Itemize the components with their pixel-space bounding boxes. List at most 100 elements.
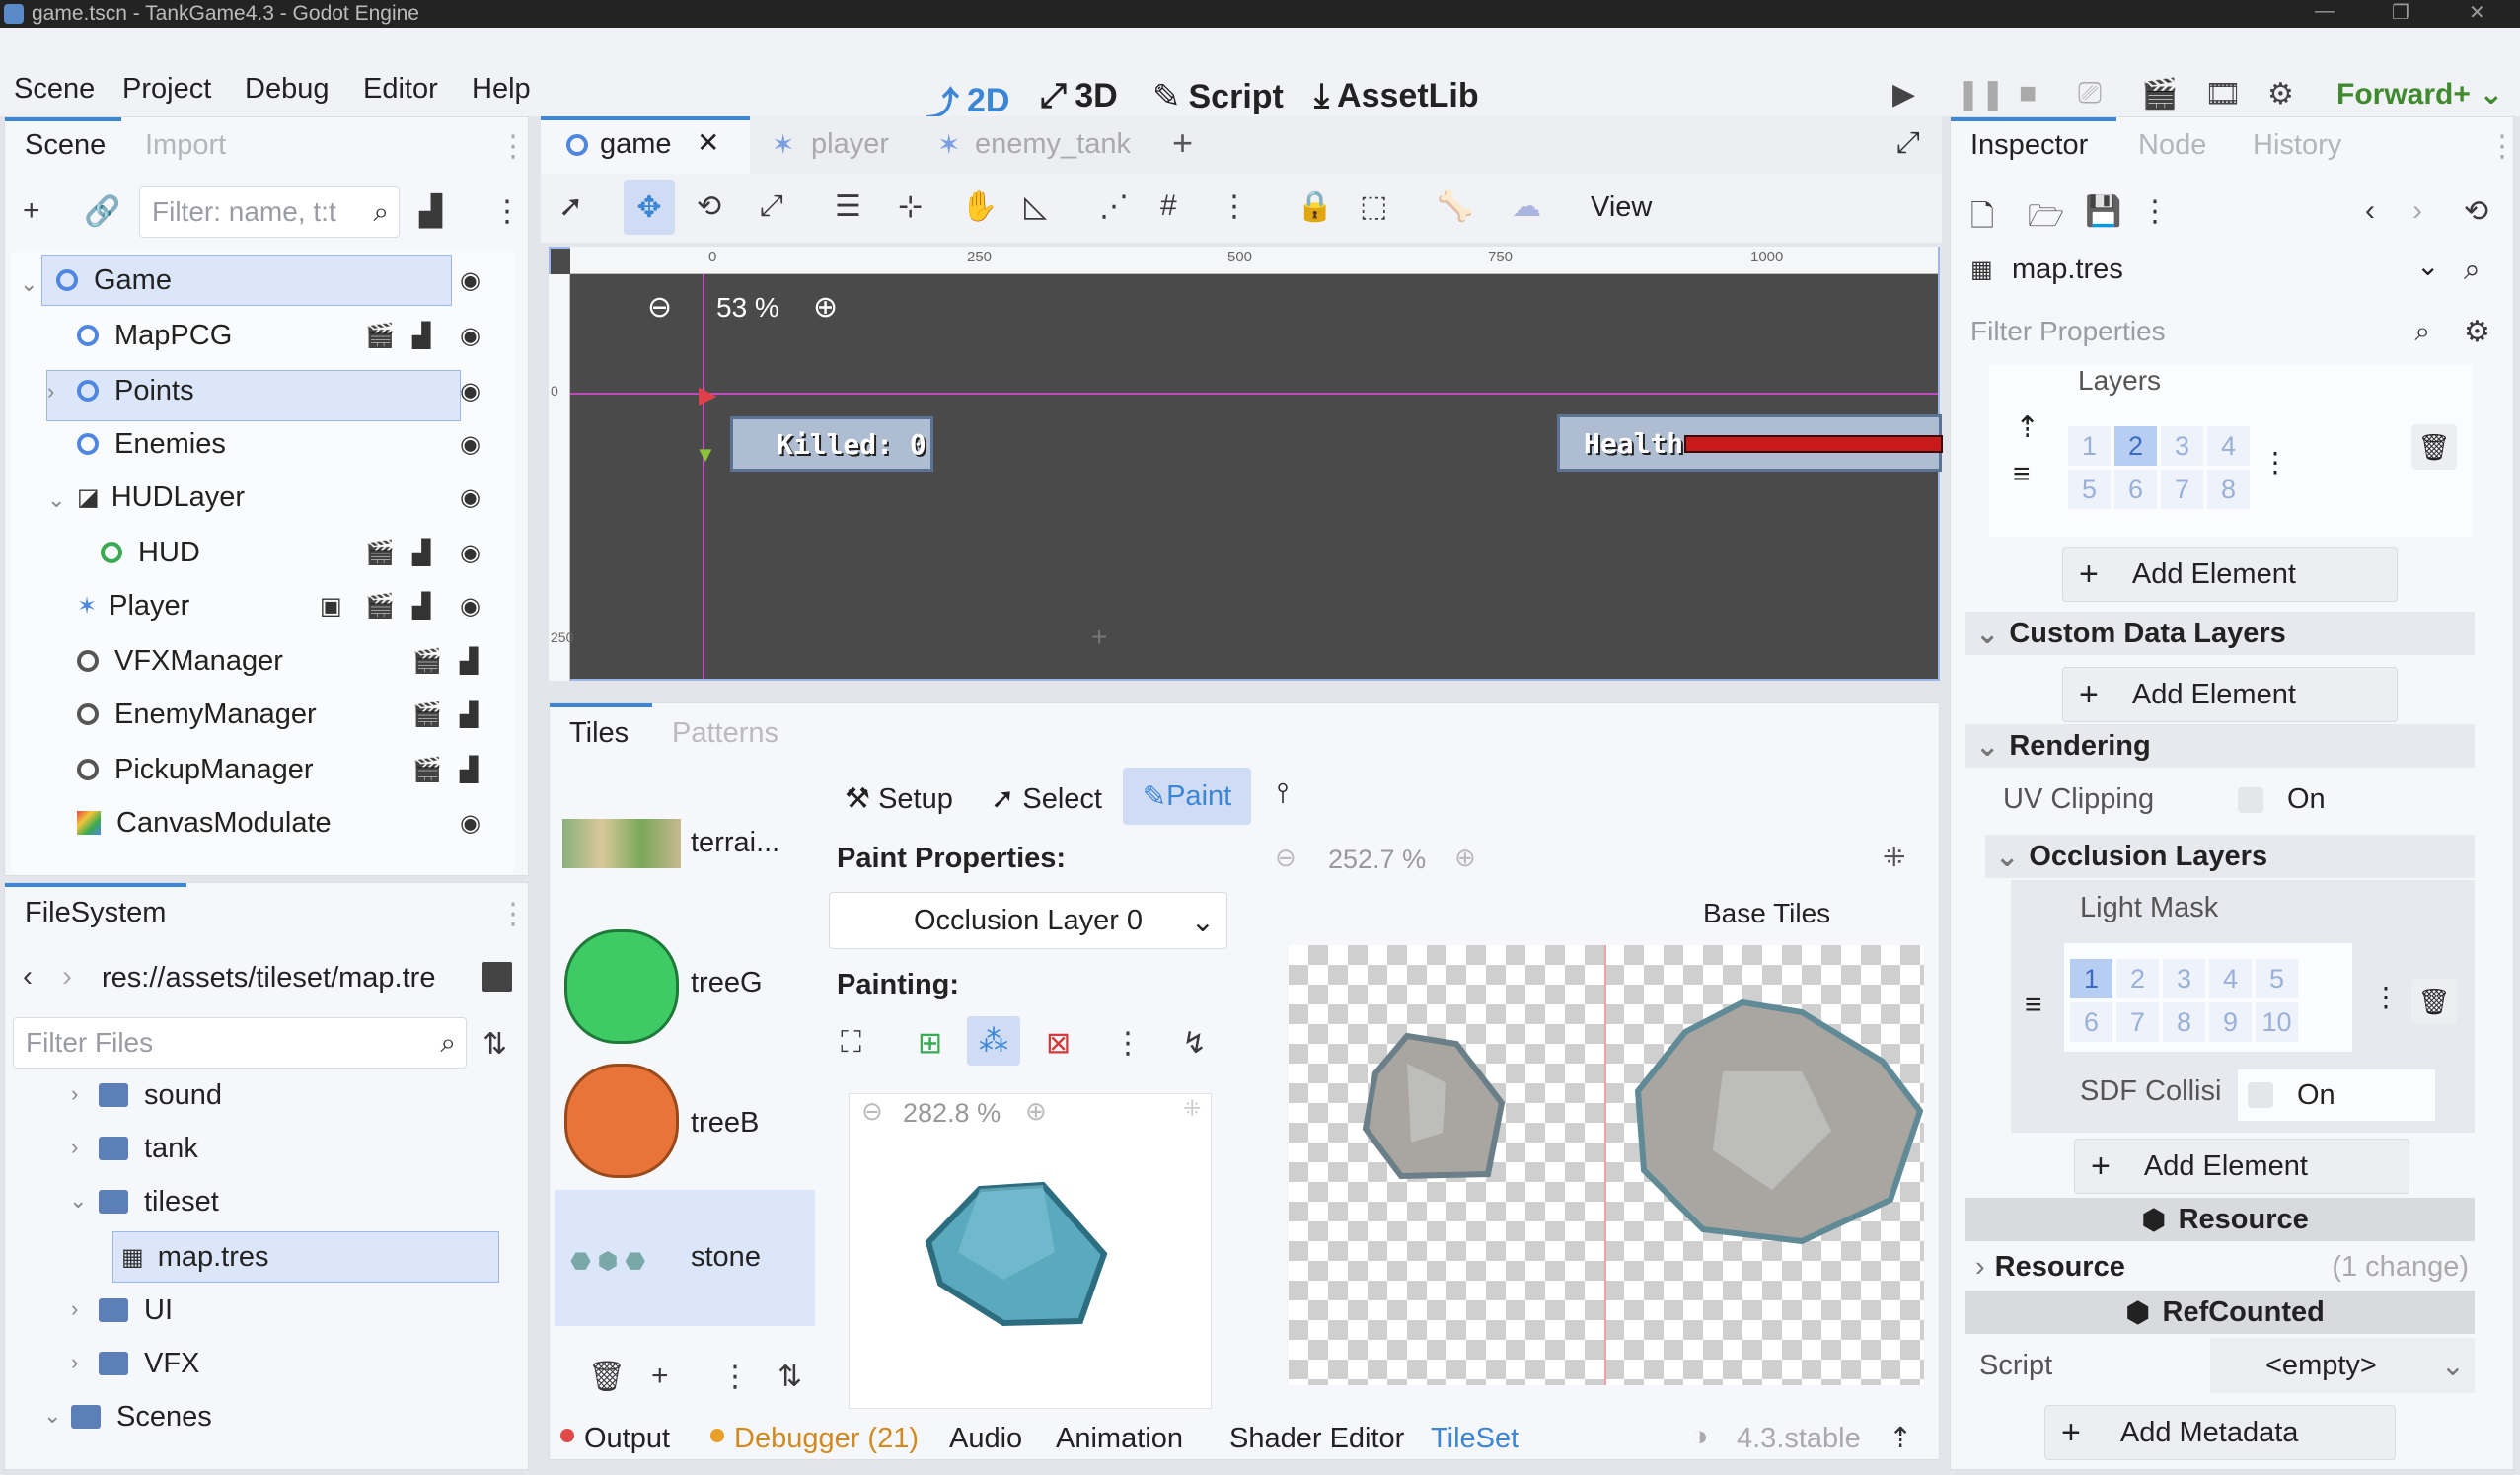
- tab-tiles[interactable]: Tiles: [569, 717, 629, 750]
- visibility-eye-icon[interactable]: ◉: [460, 266, 481, 295]
- tileset-tab[interactable]: TileSet: [1431, 1423, 1519, 1455]
- tab-inspector[interactable]: Inspector: [1970, 129, 2088, 162]
- menu-project[interactable]: Project: [122, 73, 211, 106]
- layer-bit[interactable]: 1: [2068, 426, 2111, 466]
- expand-arrow-icon[interactable]: ›: [47, 379, 54, 405]
- add-point-icon[interactable]: ⊞: [918, 1026, 942, 1061]
- shader-editor-tab[interactable]: Shader Editor: [1229, 1423, 1404, 1455]
- hud-killed-label[interactable]: Killed: 0: [730, 416, 933, 472]
- tab-scene[interactable]: Scene: [25, 129, 106, 162]
- open-scene-icon[interactable]: 🎬: [412, 701, 442, 729]
- fs-folder-tileset[interactable]: tileset: [99, 1176, 219, 1227]
- delete-element-icon[interactable]: 🗑: [2411, 424, 2457, 470]
- tab-filesystem[interactable]: FileSystem: [25, 897, 166, 929]
- fs-folder-ui[interactable]: UI: [99, 1285, 173, 1336]
- zoom-in-icon[interactable]: ⊕: [813, 290, 838, 325]
- zoom-in-icon[interactable]: ⊕: [1454, 843, 1476, 873]
- atlas-zoom[interactable]: 252.7 %: [1328, 845, 1426, 875]
- center-view-icon[interactable]: ⁜: [1883, 841, 1905, 873]
- visibility-eye-icon[interactable]: ◉: [460, 377, 481, 406]
- tab-patterns[interactable]: Patterns: [672, 717, 778, 750]
- lock-icon[interactable]: 🔒: [1297, 189, 1333, 224]
- add-element-button[interactable]: + Add Element: [2062, 667, 2398, 722]
- script-icon[interactable]: ▟: [412, 539, 430, 567]
- file-filter-input[interactable]: Filter Files ⌕: [13, 1017, 467, 1069]
- stone-tile-large[interactable]: [1624, 983, 1940, 1259]
- menu-editor[interactable]: Editor: [363, 73, 438, 106]
- zoom-out-icon[interactable]: ⊖: [861, 1096, 883, 1127]
- expand-arrow-icon[interactable]: ›: [71, 1081, 78, 1107]
- close-window-icon[interactable]: ✕: [2469, 0, 2485, 25]
- script-icon[interactable]: ▟: [412, 592, 430, 621]
- section-rendering[interactable]: ⌄ Rendering: [1965, 724, 2475, 768]
- attach-script-icon[interactable]: ▟: [419, 194, 442, 229]
- dock-menu-icon[interactable]: ⋮: [498, 897, 528, 931]
- collapse-arrow-icon[interactable]: ⌄: [20, 271, 37, 297]
- dock-menu-icon[interactable]: ⋮: [498, 129, 528, 164]
- select-mode-icon[interactable]: ➚: [558, 189, 583, 224]
- layer-bit[interactable]: 6: [2114, 470, 2157, 509]
- polygon-editor[interactable]: ⊖ 282.8 % ⊕ ⁜: [849, 1093, 1212, 1409]
- distraction-free-icon[interactable]: ⤢: [1896, 126, 1920, 160]
- update-spinner-icon[interactable]: ◑: [1691, 1421, 1709, 1453]
- polygon-menu-icon[interactable]: ⋮: [1113, 1026, 1143, 1061]
- view-menu[interactable]: View: [1591, 191, 1652, 224]
- light-bit[interactable]: 10: [2256, 1002, 2298, 1042]
- fs-folder-vfx[interactable]: VFX: [99, 1338, 199, 1389]
- mode-script-button[interactable]: ✎ Script: [1152, 77, 1284, 116]
- layer-bit[interactable]: 3: [2161, 426, 2203, 466]
- open-resource-icon[interactable]: 🗁: [2028, 194, 2064, 245]
- light-bit[interactable]: 1: [2070, 959, 2112, 998]
- bone-icon[interactable]: 🦴: [1437, 189, 1473, 224]
- visibility-eye-icon[interactable]: ◉: [460, 322, 481, 350]
- add-element-button[interactable]: + Add Element: [2062, 547, 2398, 602]
- tree-node-enemies[interactable]: Enemies: [77, 418, 373, 470]
- resource-menu-icon[interactable]: ⋮: [2140, 194, 2170, 229]
- paint-mode-button[interactable]: ✎ Paint: [1123, 768, 1251, 825]
- light-bit[interactable]: 4: [2209, 959, 2252, 998]
- remote-debug-icon[interactable]: ⎚: [2078, 77, 2102, 111]
- open-scene-icon[interactable]: 🎬: [365, 539, 395, 567]
- atlas-grid[interactable]: [1289, 945, 1924, 1385]
- polygon-zoom[interactable]: 282.8 %: [903, 1098, 1001, 1129]
- collapse-arrow-icon[interactable]: ⌄: [43, 1403, 61, 1429]
- layer-bits[interactable]: 1 2 3 4 5 6 7 8: [2068, 426, 2250, 509]
- script-icon[interactable]: ▟: [412, 322, 430, 350]
- play-scene-icon[interactable]: 🎬: [2141, 77, 2178, 111]
- stone-tile-small[interactable]: [1348, 1024, 1545, 1221]
- light-bit[interactable]: 7: [2116, 1002, 2159, 1042]
- collapse-arrow-icon[interactable]: ⌄: [47, 487, 65, 513]
- tree-node-game[interactable]: Game: [41, 255, 452, 306]
- layer-bit[interactable]: 8: [2207, 470, 2250, 509]
- open-scene-icon[interactable]: 🎬: [412, 756, 442, 784]
- layer-bit[interactable]: 5: [2068, 470, 2111, 509]
- expand-arrow-icon[interactable]: ›: [71, 1296, 78, 1322]
- open-scene-icon[interactable]: 🎬: [365, 592, 395, 621]
- drag-handle-icon[interactable]: ≡: [2025, 989, 2042, 1022]
- tree-node-points[interactable]: Points: [77, 365, 373, 416]
- tree-node-canvasmodulate[interactable]: CanvasModulate: [77, 797, 412, 848]
- light-bit[interactable]: 5: [2256, 959, 2298, 998]
- drag-handle-icon[interactable]: ≡: [2013, 458, 2031, 491]
- pan-icon[interactable]: ✋: [961, 189, 998, 224]
- tab-player[interactable]: player: [811, 128, 889, 161]
- tab-node[interactable]: Node: [2138, 129, 2206, 162]
- tree-node-pickupmanager[interactable]: PickupManager: [77, 744, 393, 795]
- tree-node-hud[interactable]: HUD: [101, 527, 377, 578]
- resource-group-header[interactable]: ⬢ Resource: [1965, 1198, 2475, 1241]
- remove-point-icon[interactable]: ⊠: [1046, 1026, 1071, 1061]
- select-mode-button[interactable]: ➚ Select: [991, 781, 1102, 816]
- light-bit[interactable]: 2: [2116, 959, 2159, 998]
- animation-tab[interactable]: Animation: [1056, 1423, 1183, 1455]
- forward-icon[interactable]: ›: [62, 960, 72, 994]
- delete-source-icon[interactable]: 🗑: [588, 1360, 626, 1394]
- filter-settings-icon[interactable]: ⚙: [2464, 315, 2490, 349]
- zoom-level[interactable]: 53 %: [716, 292, 779, 324]
- grid-snap-icon[interactable]: #: [1160, 189, 1177, 223]
- hud-health-bar[interactable]: Health: [1557, 414, 1943, 472]
- light-bit[interactable]: 9: [2209, 1002, 2252, 1042]
- layer-bit[interactable]: 7: [2161, 470, 2203, 509]
- expand-arrow-icon[interactable]: ›: [71, 1350, 78, 1375]
- sort-sources-icon[interactable]: ⇅: [778, 1360, 802, 1394]
- occlusion-polygon[interactable]: [919, 1173, 1116, 1370]
